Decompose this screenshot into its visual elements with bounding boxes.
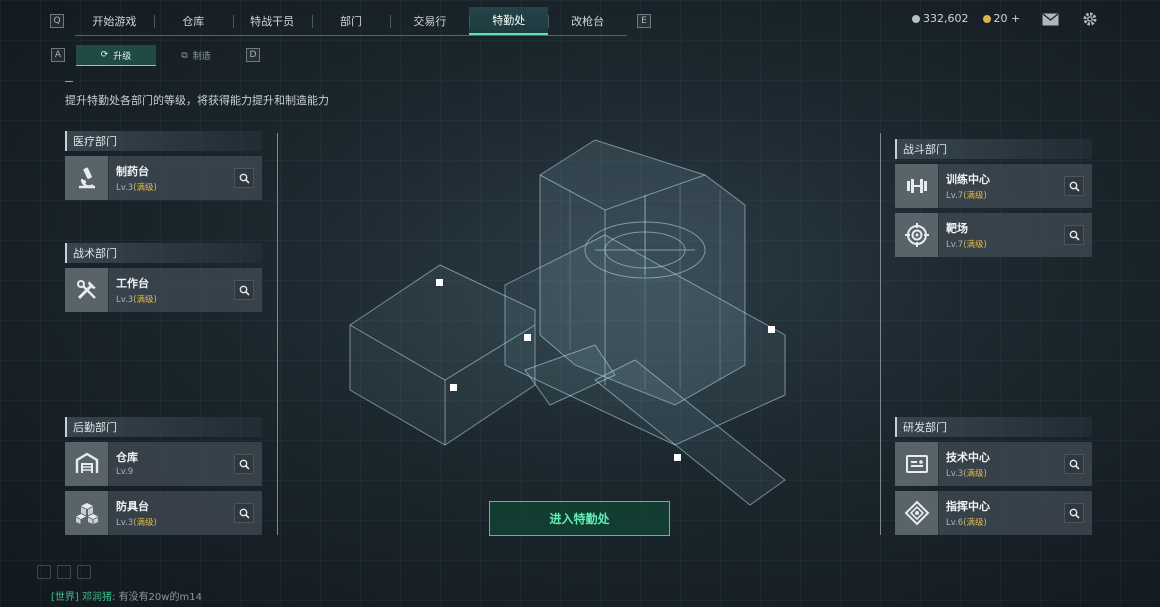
- search-icon[interactable]: [234, 280, 254, 300]
- facility-level: Lv.3(满级): [116, 295, 157, 305]
- craft-icon: ⧉: [181, 50, 188, 61]
- target-icon: [895, 213, 939, 257]
- marker-point[interactable]: [450, 384, 457, 391]
- facility-name: 工作台: [116, 277, 149, 290]
- microscope-icon: [65, 156, 109, 200]
- facility-name: 仓库: [116, 451, 138, 464]
- bottom-slot: [77, 565, 91, 579]
- subtab-craft[interactable]: ⧉ 制造: [156, 45, 236, 66]
- bottom-slot: [57, 565, 71, 579]
- dumbbell-icon: [895, 164, 939, 208]
- silver-currency: 332,602: [912, 12, 969, 25]
- nav-key-right[interactable]: E: [637, 14, 651, 28]
- search-icon[interactable]: [234, 503, 254, 523]
- facility-name: 制药台: [116, 165, 149, 178]
- subtab-key-right[interactable]: D: [246, 48, 260, 62]
- facility-level: Lv.7(满级): [946, 240, 987, 250]
- mail-icon[interactable]: [1042, 11, 1060, 27]
- warehouse-icon: [65, 442, 109, 486]
- tab-operators[interactable]: 特战干员: [232, 7, 312, 35]
- dept-medical: 医疗部门 制药台 Lv.3(满级): [65, 125, 262, 200]
- search-icon[interactable]: [1064, 454, 1084, 474]
- tab-departments[interactable]: 部门: [311, 7, 391, 35]
- page-description: 提升特勤处各部门的等级，将获得能力提升和制造能力: [65, 94, 329, 107]
- tab-special-ops[interactable]: 特勤处: [469, 7, 549, 35]
- facility-name: 防具台: [116, 500, 149, 513]
- dept-title: 医疗部门: [65, 131, 262, 151]
- left-bracket-line: [277, 133, 278, 535]
- facility-workbench[interactable]: 工作台 Lv.3(满级): [65, 268, 262, 312]
- marker-point[interactable]: [768, 326, 775, 333]
- marker-point[interactable]: [436, 279, 443, 286]
- tech-icon: [895, 442, 939, 486]
- facility-training-center[interactable]: 训练中心 Lv.7(满级): [895, 164, 1092, 208]
- tab-trade[interactable]: 交易行: [390, 7, 469, 35]
- facility-level: Lv.6(满级): [946, 518, 987, 528]
- tab-start-game[interactable]: 开始游戏: [75, 7, 154, 35]
- dept-title: 研发部门: [895, 417, 1092, 437]
- marker-point[interactable]: [674, 454, 681, 461]
- subtabs: ⟳ 升级 ⧉ 制造: [76, 45, 236, 66]
- chat-channel: [世界]: [51, 592, 79, 603]
- tab-warehouse[interactable]: 仓库: [153, 7, 233, 35]
- facility-name: 技术中心: [946, 451, 990, 464]
- subtab-upgrade[interactable]: ⟳ 升级: [76, 45, 156, 66]
- gold-coin-icon: [982, 15, 991, 23]
- facility-name: 训练中心: [946, 173, 990, 186]
- facility-warehouse[interactable]: 仓库 Lv.9: [65, 442, 262, 486]
- chat-user[interactable]: 邓润猪: [82, 592, 112, 603]
- dept-research: 研发部门 技术中心 Lv.3(满级) 指挥中心 Lv.6(满级): [895, 411, 1092, 535]
- search-icon[interactable]: [234, 454, 254, 474]
- facility-armor-bench[interactable]: 防具台 Lv.3(满级): [65, 491, 262, 535]
- search-icon[interactable]: [1064, 225, 1084, 245]
- nav-key-left[interactable]: Q: [50, 14, 64, 28]
- chat-line[interactable]: [世界] 邓润猪: 有没有20w的m14: [51, 588, 202, 603]
- facility-command-center[interactable]: 指挥中心 Lv.6(满级): [895, 491, 1092, 535]
- subtab-key-left[interactable]: A: [51, 48, 65, 62]
- main-nav: 开始游戏 仓库 特战干员 部门 交易行 特勤处 改枪台: [75, 7, 627, 36]
- facility-level: Lv.3(满级): [946, 469, 987, 479]
- search-icon[interactable]: [1064, 176, 1084, 196]
- search-icon[interactable]: [234, 168, 254, 188]
- marker-point[interactable]: [524, 334, 531, 341]
- search-icon[interactable]: [1064, 503, 1084, 523]
- facility-level: Lv.3(满级): [116, 518, 157, 528]
- tools-icon: [65, 268, 109, 312]
- command-icon: [895, 491, 939, 535]
- facility-name: 指挥中心: [946, 500, 990, 513]
- dept-combat: 战斗部门 训练中心 Lv.7(满级) 靶场 Lv.7(满级): [895, 133, 1092, 257]
- gold-currency[interactable]: 20 +: [982, 12, 1020, 25]
- bottom-slot: [37, 565, 51, 579]
- enter-special-ops-button[interactable]: 进入特勤处: [489, 501, 670, 536]
- facility-name: 靶场: [946, 222, 968, 235]
- boxes-icon: [65, 491, 109, 535]
- facility-level: Lv.9: [116, 467, 134, 477]
- facility-level: Lv.7(满级): [946, 191, 987, 201]
- tab-gunsmith[interactable]: 改枪台: [548, 7, 627, 35]
- dept-title: 后勤部门: [65, 417, 262, 437]
- dept-title: 战斗部门: [895, 139, 1092, 159]
- right-bracket-line: [880, 133, 881, 535]
- facility-tech-center[interactable]: 技术中心 Lv.3(满级): [895, 442, 1092, 486]
- facility-wireframe-model: [349, 139, 786, 506]
- upgrade-icon: ⟳: [100, 50, 109, 60]
- currency-bar: 332,602 20 +: [912, 12, 1020, 25]
- settings-gear-icon[interactable]: [1082, 11, 1100, 27]
- desc-divider: [65, 81, 73, 82]
- facility-level: Lv.3(满级): [116, 183, 157, 193]
- facility-pharmacy[interactable]: 制药台 Lv.3(满级): [65, 156, 262, 200]
- chat-message: 有没有20w的m14: [118, 592, 202, 603]
- silver-coin-icon: [912, 15, 920, 23]
- dept-title: 战术部门: [65, 243, 262, 263]
- dept-logistics: 后勤部门 仓库 Lv.9 防具台 Lv.3(满级): [65, 411, 262, 535]
- dept-tactical: 战术部门 工作台 Lv.3(满级): [65, 237, 262, 312]
- facility-shooting-range[interactable]: 靶场 Lv.7(满级): [895, 213, 1092, 257]
